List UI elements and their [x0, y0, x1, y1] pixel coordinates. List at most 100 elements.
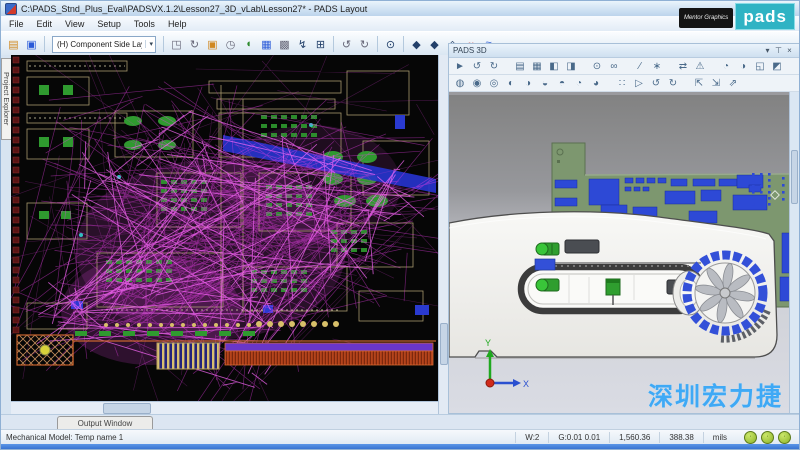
menu-tools[interactable]: Tools: [134, 19, 155, 29]
pcb-layout-canvas[interactable]: [11, 55, 438, 401]
transparent-view-icon[interactable]: ◨: [563, 59, 579, 73]
board-view-icon[interactable]: ▦: [529, 59, 545, 73]
status-green-button-3[interactable]: ∙: [778, 431, 791, 444]
open-folder-icon[interactable]: ▤: [5, 36, 22, 53]
pads-logo: pads: [735, 3, 795, 30]
menu-help[interactable]: Help: [168, 19, 187, 29]
layer-dropdown-value: (H) Component Side Lay: [57, 40, 142, 49]
search-3d-icon[interactable]: ∞: [606, 59, 622, 73]
brand-logo: Mentor Graphics pads: [679, 3, 795, 30]
pads-3d-toolbar-row2: ◍ ◉ ◎ ◐ ◑ ◒ ◓ ◔ ◕ ∷ ▷ ↺ ↻ ⇱ ⇲ ⇗: [449, 75, 799, 92]
measure-icon[interactable]: ∕: [632, 59, 648, 73]
spin-left-icon[interactable]: ↺: [648, 76, 664, 90]
status-width: W:2: [515, 432, 548, 443]
view-iso-icon[interactable]: ◍: [452, 76, 468, 90]
export-3d-icon[interactable]: ◱: [752, 59, 768, 73]
measure-z-icon[interactable]: ⇲: [708, 76, 724, 90]
clock-icon[interactable]: ◷: [222, 36, 239, 53]
status-message: Mechanical Model: Temp name 1: [1, 433, 515, 442]
view-right-icon[interactable]: ◑: [520, 76, 536, 90]
solid-view-icon[interactable]: ◧: [546, 59, 562, 73]
route-icon[interactable]: ↯: [294, 36, 311, 53]
menu-view[interactable]: View: [65, 19, 84, 29]
status-x-coordinate: 1,560.36: [609, 432, 659, 443]
layout-horizontal-scrollbar[interactable]: [11, 401, 438, 415]
status-buttons: ∙ ∙ ∙: [736, 431, 799, 444]
view-top-icon[interactable]: ◉: [469, 76, 485, 90]
photo-view-icon[interactable]: ▩: [276, 36, 293, 53]
status-grid: G:0.01 0.01: [548, 432, 609, 443]
panel-vertical-scrollbar[interactable]: [789, 92, 799, 413]
view-filter-1-icon[interactable]: ◆: [408, 36, 425, 53]
toolbar-separator: [377, 36, 378, 52]
mentor-graphics-logo: Mentor Graphics: [679, 8, 733, 28]
rotate-right-icon[interactable]: ↻: [486, 59, 502, 73]
project-explorer-strip: Project Explorer: [1, 55, 11, 414]
view-sw-icon[interactable]: ◕: [588, 76, 604, 90]
measure-xy-icon[interactable]: ⇱: [691, 76, 707, 90]
menu-file[interactable]: File: [9, 19, 24, 29]
pads-3d-panel: PADS 3D ▾ ⊤ × ► ↺ ↻ ▤ ▦ ◧ ◨ ⊙ ∞ ∕ ∗ ⇄ ⚠ …: [448, 43, 800, 414]
grid-points-icon[interactable]: ∷: [614, 76, 630, 90]
zoom-icon[interactable]: ⊙: [382, 36, 399, 53]
collision-warning-icon[interactable]: ⚠: [692, 59, 708, 73]
output-row: Output Window: [1, 414, 799, 430]
spin-right-icon[interactable]: ↻: [665, 76, 681, 90]
pcb-artwork: [11, 55, 438, 401]
menu-setup[interactable]: Setup: [97, 19, 121, 29]
box-view-icon[interactable]: ◩: [769, 59, 785, 73]
view-left-icon[interactable]: ◐: [503, 76, 519, 90]
eco-mode-icon[interactable]: ◖: [240, 36, 257, 53]
pad-stacks-icon[interactable]: ⊞: [312, 36, 329, 53]
zoom-3d-icon[interactable]: ⊙: [589, 59, 605, 73]
app-icon: [5, 3, 17, 15]
view-ne-icon[interactable]: ◔: [571, 76, 587, 90]
view-front-icon[interactable]: ◒: [537, 76, 553, 90]
pads-3d-header[interactable]: PADS 3D ▾ ⊤ ×: [449, 44, 799, 58]
select-icon[interactable]: ►: [452, 59, 468, 73]
axis-x-label: X: [523, 379, 529, 389]
toolbar-separator: [333, 36, 334, 52]
redo-icon[interactable]: ↻: [356, 36, 373, 53]
pads-3d-title: PADS 3D: [453, 46, 762, 55]
panel-menu-icon[interactable]: ▾: [762, 46, 773, 55]
snap-points-icon[interactable]: ∗: [649, 59, 665, 73]
panel-pin-icon[interactable]: ⊤: [773, 46, 784, 55]
panel-close-icon[interactable]: ×: [784, 46, 795, 55]
properties-icon[interactable]: ◳: [168, 36, 185, 53]
status-green-button-1[interactable]: ∙: [744, 431, 757, 444]
view-bottom-icon[interactable]: ◎: [486, 76, 502, 90]
pads-3d-toolbar-row1: ► ↺ ↻ ▤ ▦ ◧ ◨ ⊙ ∞ ∕ ∗ ⇄ ⚠ ◔ ◑ ◱ ◩: [449, 58, 799, 75]
watermark-text: 深圳宏力捷: [648, 377, 783, 413]
window-bottom-border: [1, 444, 799, 450]
save-icon[interactable]: ▣: [23, 36, 40, 53]
board-outline-icon[interactable]: ▣: [204, 36, 221, 53]
view-filter-2-icon[interactable]: ◆: [426, 36, 443, 53]
view-back-icon[interactable]: ◓: [554, 76, 570, 90]
status-bar: Mechanical Model: Temp name 1 W:2 G:0.01…: [1, 429, 799, 445]
menu-edit[interactable]: Edit: [37, 19, 53, 29]
pick-cursor-icon[interactable]: ▷: [631, 76, 647, 90]
measure-angle-icon[interactable]: ⇗: [725, 76, 741, 90]
status-units: mils: [703, 432, 736, 443]
layer-dropdown[interactable]: (H) Component Side Lay ▾: [52, 36, 156, 53]
pads-layout-window: C:\PADS_Stnd_Plus_Eval\PADSVX.1.2\Lesson…: [0, 0, 800, 450]
circle-view-b-icon[interactable]: ◑: [735, 59, 751, 73]
status-green-button-2[interactable]: ∙: [761, 431, 774, 444]
refresh-icon[interactable]: ↻: [186, 36, 203, 53]
layout-vertical-scrollbar-thumb[interactable]: [440, 323, 448, 365]
pads-3d-viewport[interactable]: Y X 深圳宏力捷: [449, 92, 799, 413]
window-title: C:\PADS_Stnd_Plus_Eval\PADSVX.1.2\Lesson…: [21, 4, 367, 14]
axis-y-label: Y: [485, 338, 491, 348]
output-window-tab[interactable]: Output Window: [57, 416, 153, 430]
grid-icon[interactable]: ▦: [258, 36, 275, 53]
toolbar-separator: [44, 36, 45, 52]
undo-icon[interactable]: ↺: [338, 36, 355, 53]
layout-horizontal-scrollbar-thumb[interactable]: [103, 403, 151, 414]
rotate-left-icon[interactable]: ↺: [469, 59, 485, 73]
panel-vertical-scrollbar-thumb[interactable]: [791, 150, 798, 204]
sheet-icon[interactable]: ▤: [512, 59, 528, 73]
circle-view-a-icon[interactable]: ◔: [718, 59, 734, 73]
toolbar-separator: [163, 36, 164, 52]
align-icon[interactable]: ⇄: [675, 59, 691, 73]
